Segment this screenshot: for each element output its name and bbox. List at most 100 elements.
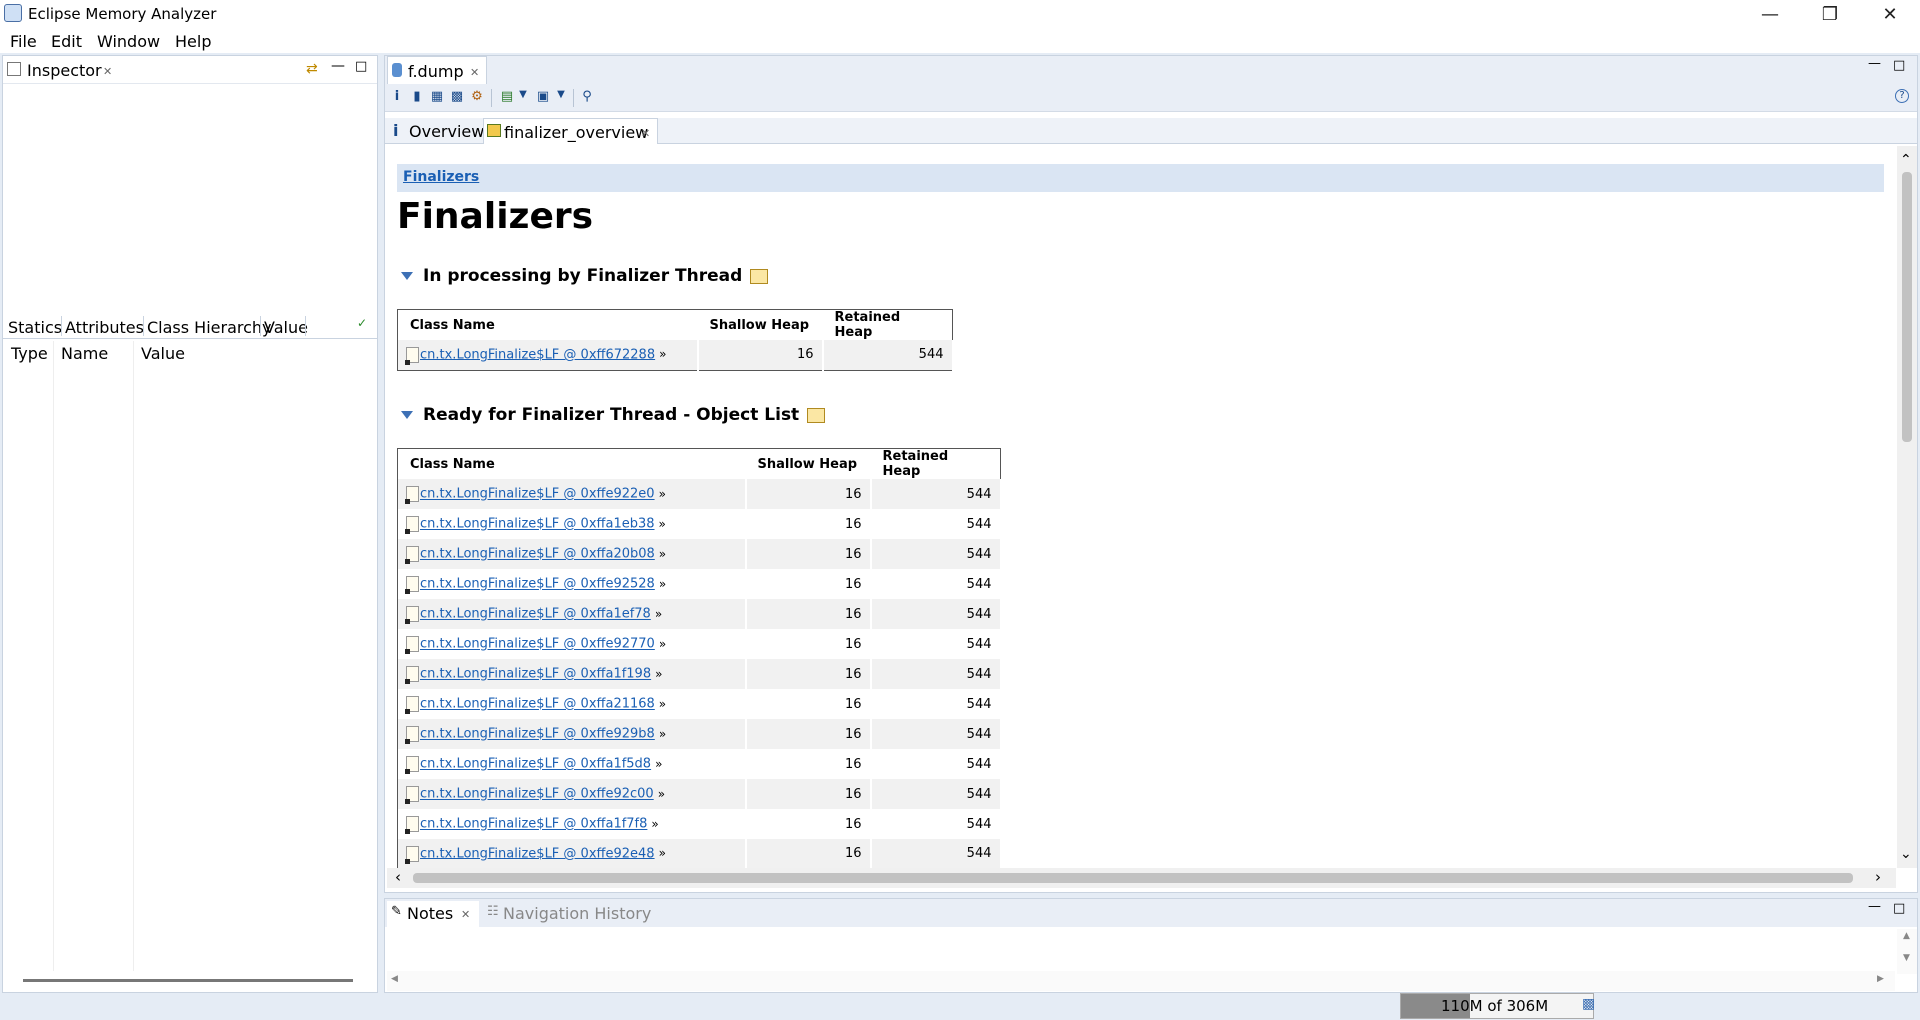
queries-dropdown-icon[interactable]: ▼ bbox=[553, 89, 569, 105]
object-link[interactable]: cn.tx.LongFinalize$LF @ 0xffe92c00 bbox=[420, 787, 654, 802]
object-link[interactable]: cn.tx.LongFinalize$LF @ 0xffa21168 bbox=[420, 697, 655, 712]
query-icon[interactable] bbox=[807, 407, 826, 423]
column-retained-heap[interactable]: Retained Heap bbox=[871, 449, 1001, 479]
reports-dropdown-icon[interactable]: ▼ bbox=[515, 89, 531, 105]
close-tab-icon[interactable]: ✕ bbox=[470, 66, 479, 79]
tab-value[interactable]: Value bbox=[264, 318, 308, 337]
table-row[interactable]: cn.tx.LongFinalize$LF @ 0xffa1f198 » 16 544 bbox=[397, 659, 1002, 689]
section-ready-for-finalizer[interactable]: Ready for Finalizer Thread - Object List bbox=[401, 405, 826, 425]
scroll-left-icon[interactable]: ‹ bbox=[395, 868, 401, 886]
object-link[interactable]: cn.tx.LongFinalize$LF @ 0xffe92e48 bbox=[420, 846, 655, 861]
expand-arrow-icon[interactable]: » bbox=[659, 637, 666, 651]
vertical-scrollbar[interactable]: ⌃ ⌄ bbox=[1897, 146, 1917, 868]
expand-arrow-icon[interactable]: » bbox=[659, 547, 666, 561]
column-shallow-heap[interactable]: Shallow Heap bbox=[698, 310, 823, 341]
object-link[interactable]: cn.tx.LongFinalize$LF @ 0xff672288 bbox=[420, 347, 655, 362]
column-type[interactable]: Type bbox=[11, 344, 48, 363]
tab-class-hierarchy[interactable]: Class Hierarchy bbox=[147, 318, 272, 337]
table-row[interactable]: cn.tx.LongFinalize$LF @ 0xffe922e0 » 16 544 bbox=[397, 479, 1002, 509]
object-link[interactable]: cn.tx.LongFinalize$LF @ 0xffa1f5d8 bbox=[420, 757, 651, 772]
close-tab-icon[interactable]: ✕ bbox=[461, 908, 470, 921]
expand-arrow-icon[interactable]: » bbox=[659, 846, 666, 860]
object-link[interactable]: cn.tx.LongFinalize$LF @ 0xffe92528 bbox=[420, 577, 655, 592]
table-row[interactable]: cn.tx.LongFinalize$LF @ 0xffe92e48 » 16 544 bbox=[397, 839, 1002, 868]
scroll-thumb[interactable] bbox=[413, 873, 1853, 883]
expand-arrow-icon[interactable]: » bbox=[659, 727, 666, 741]
inspector-tab[interactable]: Inspector ✕ ⇄ — □ bbox=[3, 56, 377, 84]
expand-arrow-icon[interactable]: » bbox=[655, 757, 662, 771]
column-class-name[interactable]: Class Name bbox=[398, 449, 746, 480]
scroll-down-icon[interactable]: ⌄ bbox=[1900, 846, 1912, 862]
maximize-view-icon[interactable]: □ bbox=[1893, 901, 1905, 916]
object-link[interactable]: cn.tx.LongFinalize$LF @ 0xffa1eb38 bbox=[420, 517, 655, 532]
close-tab-icon[interactable]: ✕ bbox=[641, 127, 650, 140]
tab-overview[interactable]: i Overview bbox=[387, 118, 484, 143]
query-icon[interactable] bbox=[750, 268, 769, 284]
column-value[interactable]: Value bbox=[141, 344, 185, 363]
oql-icon[interactable]: ▩ bbox=[449, 89, 465, 105]
scroll-up-icon[interactable]: ⌃ bbox=[1900, 152, 1912, 168]
help-icon[interactable]: ? bbox=[1895, 89, 1909, 103]
breadcrumb-finalizers-link[interactable]: Finalizers bbox=[403, 169, 479, 185]
object-link[interactable]: cn.tx.LongFinalize$LF @ 0xffa20b08 bbox=[420, 547, 655, 562]
object-link[interactable]: cn.tx.LongFinalize$LF @ 0xffa1f7f8 bbox=[420, 817, 647, 832]
collapse-icon[interactable] bbox=[401, 411, 413, 419]
table-row[interactable]: cn.tx.LongFinalize$LF @ 0xffe92770 » 16 544 bbox=[397, 629, 1002, 659]
column-shallow-heap[interactable]: Shallow Heap bbox=[746, 449, 871, 480]
notes-text-area[interactable] bbox=[387, 929, 1895, 969]
column-name[interactable]: Name bbox=[61, 344, 108, 363]
scroll-thumb[interactable] bbox=[1902, 172, 1912, 442]
expand-arrow-icon[interactable]: » bbox=[659, 697, 666, 711]
pin-icon[interactable]: ✓ bbox=[357, 316, 367, 330]
expand-arrow-icon[interactable]: » bbox=[659, 517, 666, 531]
table-row[interactable]: cn.tx.LongFinalize$LF @ 0xff672288 » 16 544 bbox=[397, 340, 954, 370]
table-row[interactable]: cn.tx.LongFinalize$LF @ 0xffa1ef78 » 16 544 bbox=[397, 599, 1002, 629]
object-link[interactable]: cn.tx.LongFinalize$LF @ 0xffa1f198 bbox=[420, 667, 651, 682]
notes-vertical-scrollbar[interactable]: ▲ ▼ bbox=[1897, 929, 1917, 974]
inspector-scrollbar[interactable] bbox=[23, 979, 353, 982]
table-row[interactable]: cn.tx.LongFinalize$LF @ 0xffa1f5d8 » 16 544 bbox=[397, 749, 1002, 779]
table-row[interactable]: cn.tx.LongFinalize$LF @ 0xffe929b8 » 16 544 bbox=[397, 719, 1002, 749]
column-class-name[interactable]: Class Name bbox=[398, 310, 698, 341]
scroll-right-icon[interactable]: › bbox=[1875, 868, 1881, 886]
table-row[interactable]: cn.tx.LongFinalize$LF @ 0xffa20b08 » 16 544 bbox=[397, 539, 1002, 569]
menu-window[interactable]: Window bbox=[97, 32, 160, 51]
collapse-icon[interactable] bbox=[401, 272, 413, 280]
info-icon[interactable]: i bbox=[389, 89, 405, 105]
expand-arrow-icon[interactable]: » bbox=[659, 347, 666, 361]
table-row[interactable]: cn.tx.LongFinalize$LF @ 0xffe92528 » 16 544 bbox=[397, 569, 1002, 599]
expand-arrow-icon[interactable]: » bbox=[651, 817, 658, 831]
close-tab-icon[interactable]: ✕ bbox=[103, 65, 112, 78]
expand-arrow-icon[interactable]: » bbox=[659, 487, 666, 501]
expand-arrow-icon[interactable]: » bbox=[659, 577, 666, 591]
dominator-tree-icon[interactable]: ▦ bbox=[429, 89, 445, 105]
search-icon[interactable]: ⚲ bbox=[579, 89, 595, 105]
restore-icon[interactable]: ❐ bbox=[1806, 0, 1854, 28]
trash-icon[interactable]: ▩ bbox=[1582, 996, 1595, 1012]
minimize-view-icon[interactable]: — bbox=[1868, 56, 1881, 71]
heap-status[interactable]: 110M of 306M bbox=[1400, 993, 1594, 1019]
expand-arrow-icon[interactable]: » bbox=[655, 667, 662, 681]
maximize-view-icon[interactable]: □ bbox=[355, 59, 367, 74]
horizontal-scrollbar[interactable]: ‹ › bbox=[387, 868, 1896, 888]
maximize-view-icon[interactable]: □ bbox=[1893, 58, 1905, 73]
object-link[interactable]: cn.tx.LongFinalize$LF @ 0xffe929b8 bbox=[420, 727, 655, 742]
expand-arrow-icon[interactable]: » bbox=[658, 787, 665, 801]
table-row[interactable]: cn.tx.LongFinalize$LF @ 0xffa1eb38 » 16 544 bbox=[397, 509, 1002, 539]
editor-tab-fdump[interactable]: f.dump ✕ bbox=[387, 56, 487, 84]
tab-navigation-history[interactable]: ☷ Navigation History bbox=[483, 901, 653, 927]
menu-help[interactable]: Help bbox=[175, 32, 211, 51]
reports-icon[interactable]: ▤ bbox=[499, 89, 515, 105]
table-row[interactable]: cn.tx.LongFinalize$LF @ 0xffe92c00 » 16 544 bbox=[397, 779, 1002, 809]
menu-edit[interactable]: Edit bbox=[51, 32, 82, 51]
expand-arrow-icon[interactable]: » bbox=[655, 607, 662, 621]
section-in-processing[interactable]: In processing by Finalizer Thread bbox=[401, 266, 769, 286]
object-link[interactable]: cn.tx.LongFinalize$LF @ 0xffe922e0 bbox=[420, 487, 655, 502]
close-icon[interactable]: ✕ bbox=[1866, 0, 1914, 28]
threads-icon[interactable]: ⚙ bbox=[469, 89, 485, 105]
tab-finalizer-overview[interactable]: finalizer_overview ✕ bbox=[483, 118, 658, 144]
histogram-icon[interactable]: ▮ bbox=[409, 89, 425, 105]
object-link[interactable]: cn.tx.LongFinalize$LF @ 0xffe92770 bbox=[420, 637, 655, 652]
table-row[interactable]: cn.tx.LongFinalize$LF @ 0xffa21168 » 16 544 bbox=[397, 689, 1002, 719]
column-retained-heap[interactable]: Retained Heap bbox=[823, 310, 953, 340]
